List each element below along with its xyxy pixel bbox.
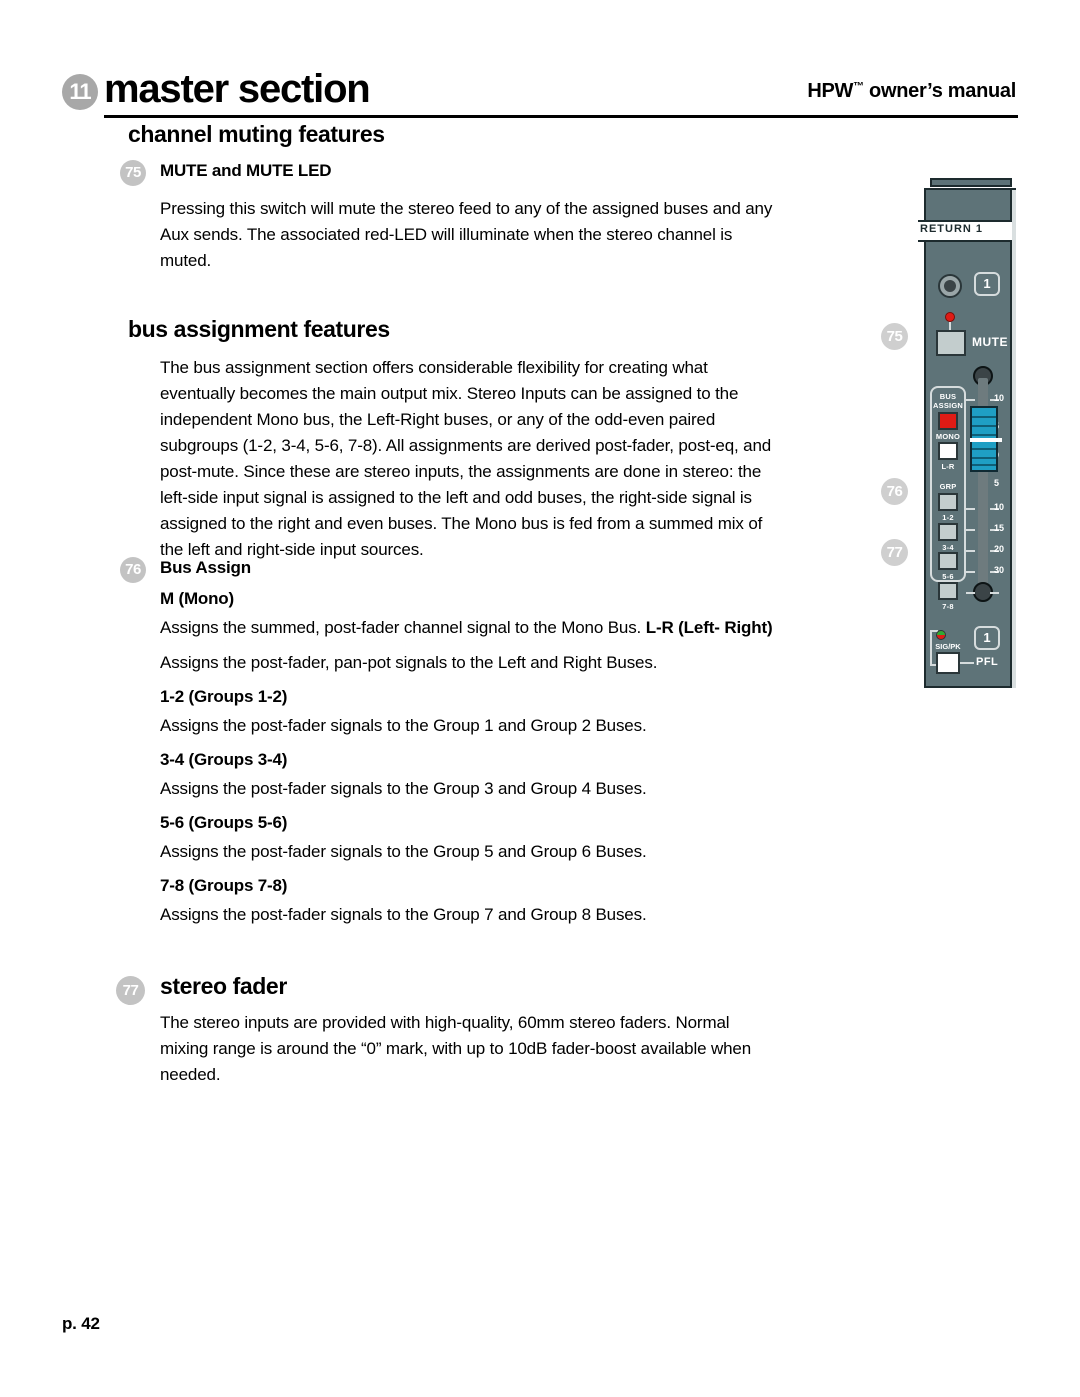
fader-cap-ridge [972,434,996,436]
section-number-badge: 11 [62,74,98,110]
group-switch-7-8-icon [938,582,958,600]
fader-tick-left-15 [966,529,975,531]
mono-label: MONO [935,432,961,441]
fader-tick-left-10 [966,399,975,401]
fader-tick-right-end [990,592,999,594]
fader-scale-10-down: 10 [994,502,1005,512]
panel-callout-75: 75 [881,323,908,350]
pfl-button-icon [936,652,960,674]
group-switch-3-4-icon [938,523,958,541]
fader-cap-ridge [972,425,996,427]
fader-tick-left-30 [966,571,975,573]
body-bus-assignment: The bus assignment section offers consid… [160,358,772,559]
pfl-label: PFL [976,656,999,668]
page-title: master section [104,67,371,111]
channel-number-bottom: 1 [974,626,1000,650]
fader-scale-15: 15 [994,523,1005,533]
callout-badge-76: 76 [120,557,146,583]
item-mute: 75 MUTE and MUTE LED [120,160,788,186]
bus-assign-label-line1: BUS [939,392,957,401]
page-header: 11 master section HPW™ owner’s manual [62,66,1018,118]
channel-number-top: 1 [974,272,1000,296]
fader-cap-ridge [972,464,996,466]
trademark-icon: ™ [853,80,864,93]
entry-desc-mono: Assigns the summed, post-fader channel s… [160,615,800,641]
entry-desc-groups-1-2: Assigns the post-fader signals to the Gr… [160,716,647,735]
fader-scale-10-up: 10 [994,393,1005,403]
fader-scale-20: 20 [994,544,1005,554]
manual-brand: HPW [807,80,854,102]
entry-label-groups-1-2: 1-2 (Groups 1-2) [160,687,288,706]
fader-tick-left-10d [966,508,975,510]
entry-label-groups-3-4: 3-4 (Groups 3-4) [160,750,288,769]
mono-switch-icon [938,412,958,430]
entry-desc-groups-5-6: Assigns the post-fader signals to the Gr… [160,842,647,861]
entry-desc-groups-3-4: Assigns the post-fader signals to the Gr… [160,779,647,798]
lr-label: L-R [941,462,955,471]
sig-pk-label: SIG/PK [935,642,961,651]
entry-desc-groups-7-8: Assigns the post-fader signals to the Gr… [160,905,647,924]
fader-cap-ridge [972,457,996,459]
body-mute-description: Pressing this switch will mute the stere… [160,199,773,270]
manual-page: 11 master section HPW™ owner’s manual ch… [0,0,1080,1397]
mute-led-icon [945,312,955,322]
group-label-1-2: 1-2 [942,513,954,522]
level-knob-center-icon [944,280,956,292]
mute-button-icon [936,330,966,356]
grp-label: GRP [939,482,957,491]
pfl-leader-line [960,662,974,664]
fader-tick-left-end [966,592,975,594]
item-title-bus-assign: Bus Assign [160,558,251,577]
header-divider [104,115,1018,118]
callout-badge-77: 77 [116,976,145,1005]
sig-pk-led-icon [936,630,946,640]
callout-badge-75: 75 [120,160,146,186]
entry-desc-mono-lead: Assigns the summed, post-fader channel s… [160,618,642,637]
item-title-mute: MUTE and MUTE LED [160,161,332,180]
item-bus-assign: 76 Bus Assign [120,557,788,583]
fader-cap-icon [970,406,1002,472]
fader-cap-ridge [972,416,996,418]
mute-label: MUTE [972,335,1008,349]
fader-cap-indicator-line [970,438,1002,442]
group-label-3-4: 3-4 [942,543,954,552]
manual-name: HPW™ owner’s manual [807,80,1016,103]
mute-led-stem [949,322,951,330]
fader-cap-ridge [972,448,996,450]
strip-right-edge [1010,190,1016,688]
entry-label-groups-5-6: 5-6 (Groups 5-6) [160,813,288,832]
fader-scale-30: 30 [994,565,1005,575]
panel-callout-77: 77 [881,539,908,566]
heading-stereo-fader: stereo fader [160,973,287,999]
page-number: p. 42 [62,1314,100,1333]
group-label-7-8: 7-8 [942,602,954,611]
entry-label-mono: M (Mono) [160,589,234,608]
return-label-text: RETURN 1 [920,223,984,235]
manual-suffix: owner’s manual [863,80,1016,102]
entry-label-lr: L-R (Left- Right) [645,618,773,637]
strip-top-cap [930,178,1012,187]
fader-scale-5-down: 5 [994,478,1000,488]
lr-switch-icon [938,442,958,460]
heading-channel-muting: channel muting features [128,121,385,147]
panel-callout-76: 76 [881,478,908,505]
group-label-5-6: 5-6 [942,572,954,581]
fader-tick-left-20 [966,550,975,552]
group-switch-5-6-icon [938,552,958,570]
mixer-channel-strip-illustration: RETURN 1 1 MUTE BUS ASSIGN MONO L-R GRP … [918,178,1022,694]
body-stereo-fader: The stereo inputs are provided with high… [160,1013,752,1084]
entry-desc-lr: Assigns the post-fader, pan-pot signals … [160,653,658,672]
group-switch-1-2-icon [938,493,958,511]
bus-assign-label-line2: ASSIGN [933,401,963,410]
heading-bus-assignment: bus assignment features [128,316,390,342]
item-stereo-fader: 77 stereo fader [116,972,788,1005]
entry-label-groups-7-8: 7-8 (Groups 7-8) [160,876,288,895]
